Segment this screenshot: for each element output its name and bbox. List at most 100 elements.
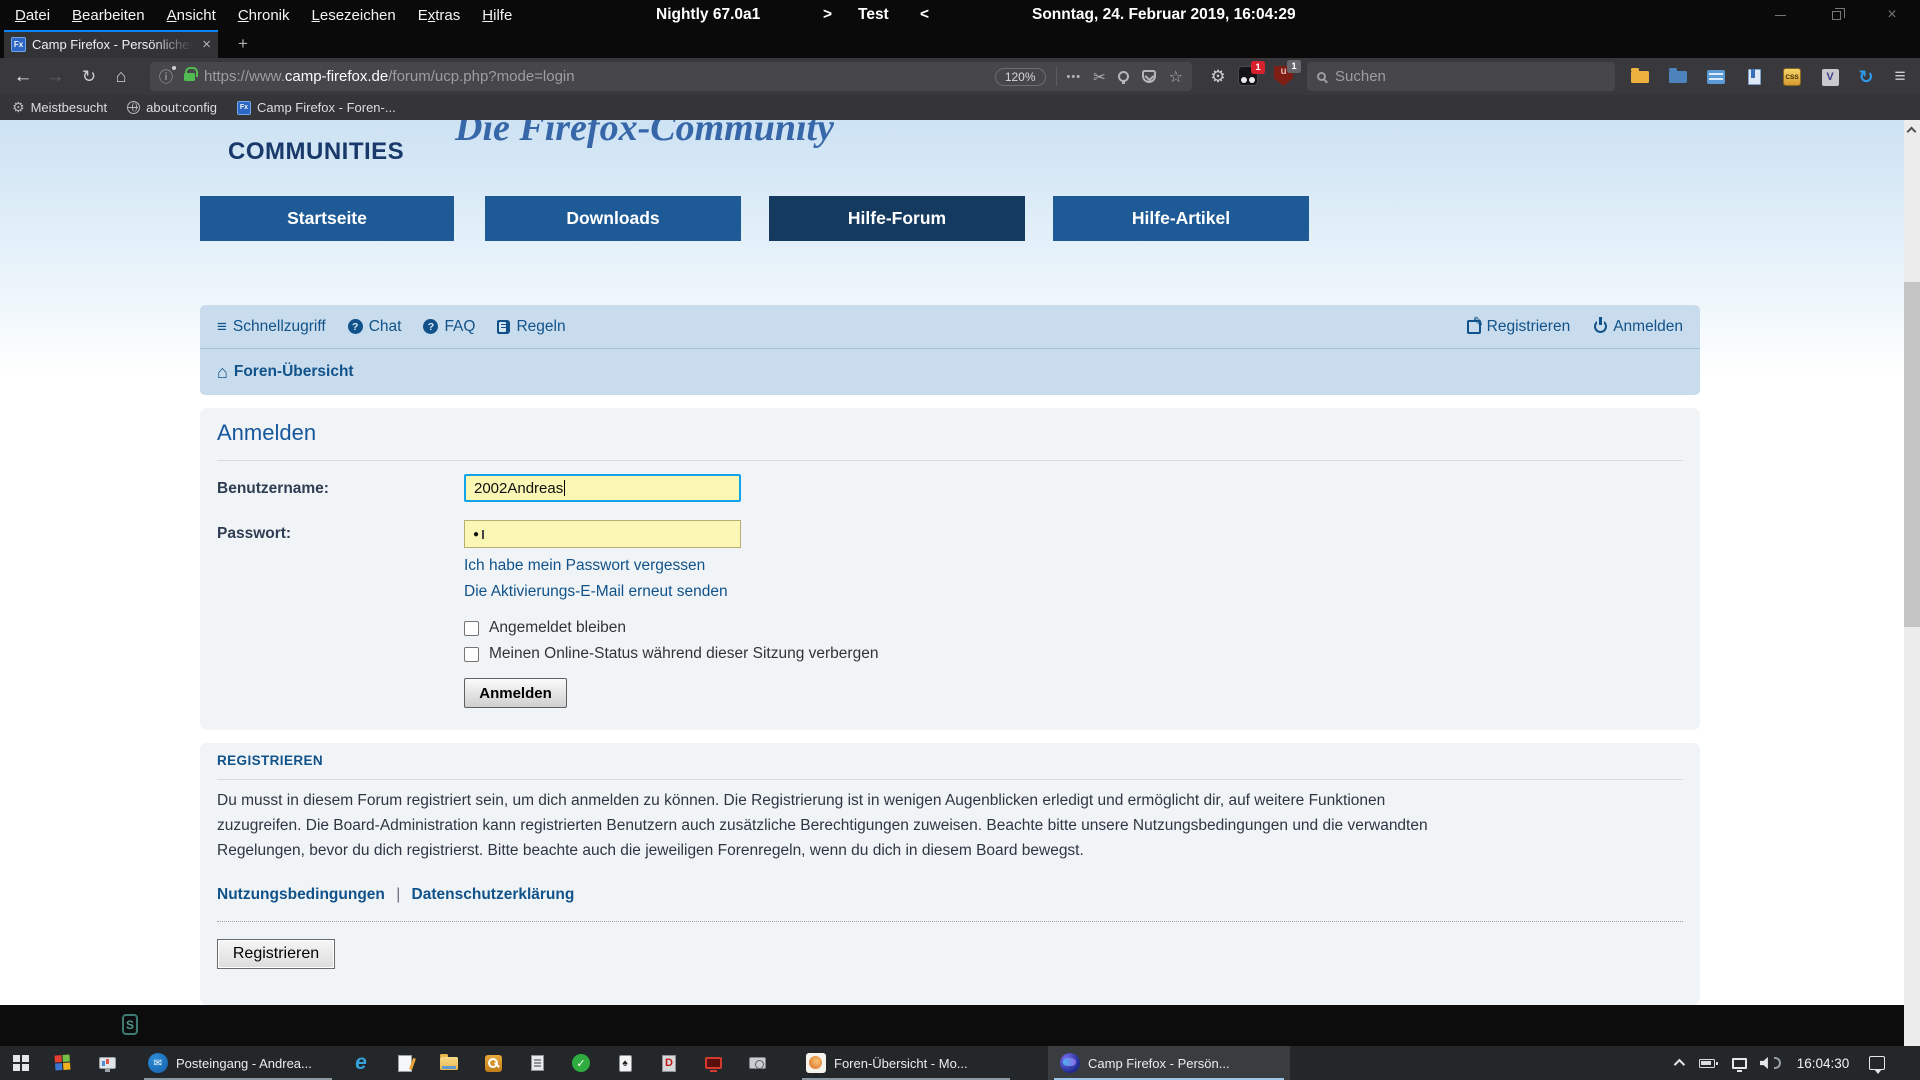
pocket-icon[interactable]: [1142, 70, 1156, 83]
footer-s-icon[interactable]: S: [122, 1014, 138, 1035]
register-button[interactable]: Registrieren: [217, 939, 335, 969]
ublock-shield-icon[interactable]: u 1: [1274, 66, 1293, 86]
hide-online-status-checkbox[interactable]: [464, 647, 479, 662]
new-tab-button[interactable]: +: [228, 30, 258, 58]
tab-camp-firefox[interactable]: Fx Camp Firefox - Persönlicher ×: [4, 30, 218, 58]
antivirus-check-icon[interactable]: ✓: [568, 1052, 594, 1074]
menu-hilfe[interactable]: Hilfe: [471, 7, 523, 24]
task-thunderbird[interactable]: ✉ Posteingang - Andrea...: [138, 1046, 338, 1080]
sync-icon[interactable]: ↻: [1854, 65, 1878, 89]
menu-lesezeichen[interactable]: Lesezeichen: [301, 7, 407, 24]
search-bar[interactable]: Suchen: [1307, 62, 1615, 91]
login-submit-button[interactable]: Anmelden: [464, 678, 567, 708]
bookmark-about-config[interactable]: about:config: [127, 100, 217, 115]
username-field[interactable]: 2002Andreas: [464, 474, 741, 502]
link-anmelden[interactable]: Anmelden: [1594, 318, 1683, 336]
titlebar-datetime: Sonntag, 24. Februar 2019, 16:04:29: [1032, 0, 1296, 30]
forgot-password-link[interactable]: Ich habe mein Passwort vergessen: [464, 557, 705, 575]
tab-close-icon[interactable]: ×: [202, 36, 211, 53]
link-schnellzugriff[interactable]: ≡Schnellzugriff: [217, 317, 326, 337]
menu-ansicht[interactable]: Ansicht: [156, 7, 227, 24]
speaker-icon[interactable]: [1756, 1046, 1784, 1080]
reload-icon[interactable]: ↻: [76, 64, 102, 89]
extension-glasses-icon[interactable]: 1: [1238, 66, 1258, 86]
v-extension-icon[interactable]: V: [1818, 65, 1842, 89]
divider: [217, 779, 1683, 780]
edge-icon[interactable]: e: [348, 1052, 374, 1074]
page-actions-icon[interactable]: •••: [1067, 71, 1082, 83]
menu-chronik[interactable]: Chronik: [227, 7, 301, 24]
colorful-app-icon[interactable]: [50, 1052, 76, 1074]
camera-icon[interactable]: [744, 1052, 770, 1074]
tray-clock[interactable]: 16:04:30: [1790, 1046, 1856, 1080]
breadcrumb-foren-uebersicht[interactable]: Foren-Übersicht: [234, 363, 354, 381]
battery-icon[interactable]: [1694, 1046, 1720, 1080]
bookmark-page-icon[interactable]: [1742, 65, 1766, 89]
card-game-icon[interactable]: ♠: [612, 1052, 638, 1074]
link-chat[interactable]: ?Chat: [348, 318, 402, 336]
ublock-badge: 1: [1287, 60, 1301, 73]
hamburger-menu-icon[interactable]: ≡: [1888, 65, 1912, 89]
link-regeln[interactable]: Regeln: [497, 318, 565, 336]
link-faq[interactable]: ?FAQ: [423, 318, 475, 336]
password-field[interactable]: ●: [464, 520, 741, 548]
link-registrieren[interactable]: Registrieren: [1467, 318, 1571, 336]
nav-button-hilfe-artikel[interactable]: Hilfe-Artikel: [1053, 196, 1309, 241]
restore-button[interactable]: [1808, 0, 1864, 30]
menu-datei[interactable]: Datei: [4, 7, 61, 24]
network-icon[interactable]: [1726, 1046, 1752, 1080]
menu-extras[interactable]: Extras: [407, 7, 472, 24]
screenshot-scissors-icon[interactable]: ✂: [1093, 68, 1106, 86]
bookmark-meistbesucht[interactable]: ⚙ Meistbesucht: [12, 99, 107, 116]
settings-gear-icon[interactable]: ⚙: [1206, 65, 1230, 89]
page-scrollbar[interactable]: [1904, 120, 1920, 1046]
menu-bearbeiten[interactable]: Bearbeiten: [61, 7, 156, 24]
action-center-button[interactable]: [1862, 1046, 1892, 1080]
remember-me-checkbox[interactable]: [464, 621, 479, 636]
close-button[interactable]: ×: [1864, 0, 1920, 30]
resend-activation-link[interactable]: Die Aktivierungs-E-Mail erneut senden: [464, 583, 728, 601]
downloads-open-folder-icon[interactable]: [1628, 65, 1652, 89]
zoom-level-indicator[interactable]: 120%: [995, 68, 1046, 86]
https-lock-icon[interactable]: [184, 73, 195, 81]
nav-button-hilfe-forum[interactable]: Hilfe-Forum: [769, 196, 1025, 241]
start-button[interactable]: [13, 1055, 29, 1071]
keepass-key-icon[interactable]: [480, 1052, 506, 1074]
url-domain: camp-firefox.de: [285, 68, 388, 85]
file-explorer-icon[interactable]: [436, 1052, 462, 1074]
notepad-icon[interactable]: [524, 1052, 550, 1074]
username-value: 2002Andreas: [474, 480, 563, 497]
task-foren-uebersicht[interactable]: Foren-Übersicht - Mo...: [796, 1046, 1016, 1080]
url-bar[interactable]: ⓘ https://www.camp-firefox.de/forum/ucp.…: [150, 62, 1192, 91]
nav-button-startseite[interactable]: Startseite: [200, 196, 454, 241]
divider: [217, 460, 1683, 461]
notes-pencil-icon[interactable]: [392, 1052, 418, 1074]
scrollbar-up-arrow-icon[interactable]: [1907, 127, 1917, 137]
home-icon[interactable]: ⌂: [108, 64, 134, 89]
presentation-monitor-icon[interactable]: [94, 1052, 120, 1074]
forum-navbar-links-row: ≡Schnellzugriff ?Chat ?FAQ Regeln Regist…: [200, 305, 1700, 349]
url-text[interactable]: https://www.camp-firefox.de/forum/ucp.ph…: [204, 68, 575, 85]
nutzungsbedingungen-link[interactable]: Nutzungsbedingungen: [217, 886, 385, 903]
scrollbar-thumb[interactable]: [1904, 282, 1920, 627]
datenschutz-link[interactable]: Datenschutzerklärung: [412, 886, 575, 903]
site-info-icon[interactable]: ⓘ: [159, 67, 173, 87]
bookmark-camp-firefox[interactable]: Fx Camp Firefox - Foren-...: [237, 100, 396, 115]
task-camp-firefox[interactable]: Camp Firefox - Persön...: [1048, 1046, 1290, 1080]
sidebar-toggle-icon[interactable]: [1704, 65, 1728, 89]
lightbulb-icon[interactable]: [1118, 71, 1129, 82]
page-viewport: Die Firefox-Community COMMUNITIES Starts…: [0, 120, 1920, 1046]
nav-button-downloads[interactable]: Downloads: [485, 196, 741, 241]
show-hidden-icons-button[interactable]: [1666, 1046, 1690, 1080]
css-extension-icon[interactable]: CSS: [1780, 65, 1804, 89]
back-icon[interactable]: ←: [10, 64, 36, 89]
library-folder-icon[interactable]: [1666, 65, 1690, 89]
profile-arrow-prev: <: [920, 0, 929, 30]
windows-taskbar: ✉ Posteingang - Andrea... e ✓ ♠ D Foren-…: [0, 1046, 1920, 1080]
bookmark-star-icon[interactable]: ☆: [1169, 67, 1183, 87]
minimize-button[interactable]: [1752, 0, 1808, 30]
red-monitor-icon[interactable]: [700, 1052, 726, 1074]
d-tool-icon[interactable]: D: [656, 1052, 682, 1074]
hide-online-status-row: Meinen Online-Status während dieser Sitz…: [464, 645, 878, 663]
forward-icon[interactable]: →: [42, 64, 68, 89]
